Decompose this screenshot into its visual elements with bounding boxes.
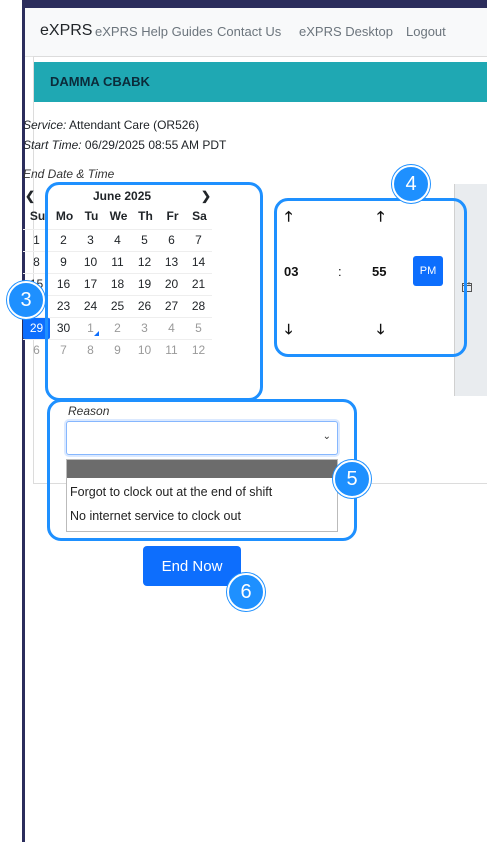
annotation-badge-6: 6 (227, 573, 265, 611)
annotation-badge-5: 5 (333, 460, 371, 498)
start-time-line: Start Time: 06/29/2025 08:55 AM PDT (23, 138, 226, 152)
start-time-value: 06/29/2025 08:55 AM PDT (84, 138, 227, 152)
navbar: eXPRS eXPRS Help Guides Contact Us eXPRS… (25, 8, 487, 57)
annotation-box-reason (47, 399, 357, 541)
window-frame-top (22, 0, 487, 8)
start-time-label: Start Time: (23, 138, 82, 152)
nav-help-guides[interactable]: eXPRS Help Guides (95, 24, 213, 39)
annotation-box-time (274, 198, 467, 357)
end-date-time-label: End Date & Time (23, 167, 115, 181)
card-header: DAMMA CBABK (34, 62, 487, 102)
service-value: Attendant Care (OR526) (69, 118, 200, 132)
nav-logout[interactable]: Logout (406, 24, 446, 39)
annotation-badge-4: 4 (392, 165, 430, 203)
nav-contact-us[interactable]: Contact Us (217, 24, 281, 39)
prev-month-button[interactable]: ❮ (25, 189, 35, 207)
service-label: Service: (23, 118, 67, 132)
nav-exprs-desktop[interactable]: eXPRS Desktop (299, 24, 393, 39)
annotation-badge-3: 3 (7, 281, 45, 319)
annotation-box-calendar (45, 182, 263, 401)
client-name: DAMMA CBABK (50, 74, 150, 89)
service-line: Service: Attendant Care (OR526) (23, 118, 199, 132)
end-now-button[interactable]: End Now (143, 546, 241, 586)
brand-link[interactable]: eXPRS (40, 22, 92, 40)
